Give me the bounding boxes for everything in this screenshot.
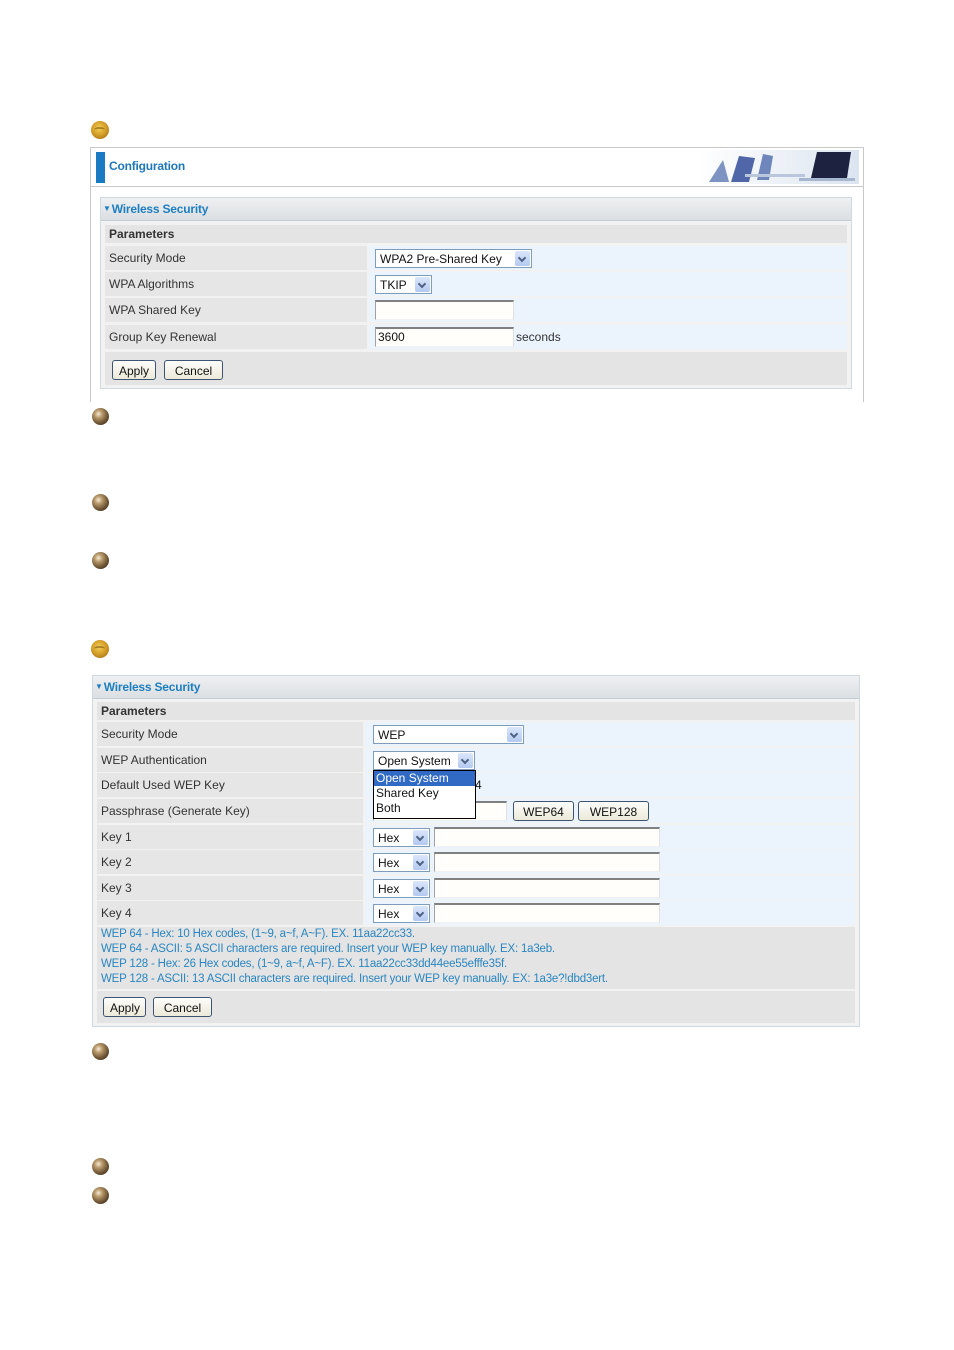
item-bullet-icon — [92, 552, 109, 569]
row-security-mode: Security Mode WPA2 Pre-Shared Key — [105, 246, 847, 270]
hint-line: WEP 64 - Hex: 10 Hex codes, (1~9, a~f, A… — [101, 928, 415, 940]
section-bullet-icon — [91, 121, 109, 139]
configuration-title: Configuration — [109, 159, 186, 173]
key-2-format-select[interactable]: Hex — [373, 853, 430, 872]
seconds-unit-label: seconds — [516, 330, 561, 344]
key-1-input[interactable] — [434, 827, 660, 847]
apply-button[interactable]: Apply — [112, 360, 156, 380]
row-label: WPA Shared Key — [105, 298, 367, 322]
parameters-heading: Parameters — [105, 225, 847, 243]
office-banner-image — [699, 150, 859, 184]
panel-title: Wireless Security — [103, 680, 201, 694]
group-key-renewal-input[interactable]: 3600 — [375, 327, 514, 347]
item-bullet-icon — [92, 494, 109, 511]
row-passphrase: Passphrase (Generate Key) WEP64 WEP128 — [97, 799, 855, 823]
row-label: Key 4 — [97, 901, 363, 925]
item-bullet-icon — [92, 408, 109, 425]
chevron-down-icon — [458, 753, 473, 768]
wpa-algorithms-select[interactable]: TKIP — [375, 275, 432, 294]
key-4-format-select[interactable]: Hex — [373, 904, 430, 923]
apply-button[interactable]: Apply — [103, 997, 146, 1017]
default-wep-key-value[interactable]: 4 — [475, 778, 482, 792]
row-key-4: Key 4 Hex — [97, 901, 855, 925]
panel-footer: Apply Cancel — [97, 991, 855, 1023]
row-label: Key 2 — [97, 850, 363, 874]
collapse-triangle-icon: ▼ — [95, 682, 103, 691]
wep128-button[interactable]: WEP128 — [578, 801, 649, 821]
hint-line: WEP 128 - Hex: 26 Hex codes, (1~9, a~f, … — [101, 958, 508, 970]
wireless-security-panel-wpa: ▼Wireless Security Parameters Security M… — [100, 197, 852, 389]
wep-authentication-dropdown-list: Open System Shared Key Both — [373, 770, 476, 819]
key-1-format-select[interactable]: Hex — [373, 828, 430, 847]
chevron-down-icon — [413, 830, 428, 845]
row-label: Security Mode — [97, 722, 363, 746]
panel-header[interactable]: ▼Wireless Security — [93, 676, 859, 699]
cancel-button[interactable]: Cancel — [153, 997, 212, 1017]
chevron-down-icon — [413, 855, 428, 870]
row-label: Passphrase (Generate Key) — [97, 799, 363, 823]
key-3-input[interactable] — [434, 878, 660, 898]
hint-line: WEP 64 - ASCII: 5 ASCII characters are r… — [101, 943, 555, 955]
row-wpa-algorithms: WPA Algorithms TKIP — [105, 272, 847, 296]
chevron-down-icon — [413, 906, 428, 921]
chevron-down-icon — [507, 727, 522, 742]
wireless-security-panel-wep: ▼Wireless Security Parameters Security M… — [92, 675, 860, 1027]
panel-header[interactable]: ▼Wireless Security — [101, 198, 851, 221]
wep-authentication-select[interactable]: Open System — [373, 751, 475, 770]
collapse-triangle-icon: ▼ — [103, 204, 111, 213]
accent-bar — [96, 152, 105, 183]
dropdown-option-shared-key[interactable]: Shared Key — [374, 786, 475, 801]
wep-key-hints: WEP 64 - Hex: 10 Hex codes, (1~9, a~f, A… — [97, 927, 855, 989]
section-bullet-icon — [91, 640, 109, 658]
panel-footer: Apply Cancel — [105, 352, 847, 385]
chevron-down-icon — [413, 881, 428, 896]
row-security-mode: Security Mode WEP — [97, 722, 855, 746]
chevron-down-icon — [515, 251, 530, 266]
row-label: Group Key Renewal — [105, 325, 367, 349]
row-key-2: Key 2 Hex — [97, 850, 855, 874]
item-bullet-icon — [92, 1043, 109, 1060]
wep64-button[interactable]: WEP64 — [513, 801, 574, 821]
item-bullet-icon — [92, 1187, 109, 1204]
row-wep-authentication: WEP Authentication Open System — [97, 748, 855, 772]
key-2-input[interactable] — [434, 852, 660, 872]
hint-line: WEP 128 - ASCII: 13 ASCII characters are… — [101, 973, 608, 985]
row-label: Key 3 — [97, 876, 363, 900]
configuration-header: Configuration — [91, 148, 863, 187]
dropdown-option-open-system[interactable]: Open System — [374, 771, 475, 786]
row-label: WEP Authentication — [97, 748, 363, 772]
row-label: WPA Algorithms — [105, 272, 367, 296]
dropdown-option-both[interactable]: Both — [374, 801, 475, 816]
row-key-3: Key 3 Hex — [97, 876, 855, 900]
panel-title: Wireless Security — [111, 202, 209, 216]
row-label: Security Mode — [105, 246, 367, 270]
row-group-key-renewal: Group Key Renewal 3600 seconds — [105, 325, 847, 349]
row-key-1: Key 1 Hex — [97, 825, 855, 849]
row-label: Key 1 — [97, 825, 363, 849]
row-default-wep-key: Default Used WEP Key 4 — [97, 773, 855, 797]
key-3-format-select[interactable]: Hex — [373, 879, 430, 898]
parameters-heading: Parameters — [97, 702, 855, 720]
security-mode-select[interactable]: WPA2 Pre-Shared Key — [375, 249, 532, 268]
row-wpa-shared-key: WPA Shared Key — [105, 298, 847, 322]
key-4-input[interactable] — [434, 903, 660, 923]
security-mode-select[interactable]: WEP — [373, 725, 524, 744]
chevron-down-icon — [415, 277, 430, 292]
item-bullet-icon — [92, 1158, 109, 1175]
wpa-shared-key-input[interactable] — [375, 300, 514, 320]
cancel-button[interactable]: Cancel — [164, 360, 223, 380]
row-label: Default Used WEP Key — [97, 773, 363, 797]
